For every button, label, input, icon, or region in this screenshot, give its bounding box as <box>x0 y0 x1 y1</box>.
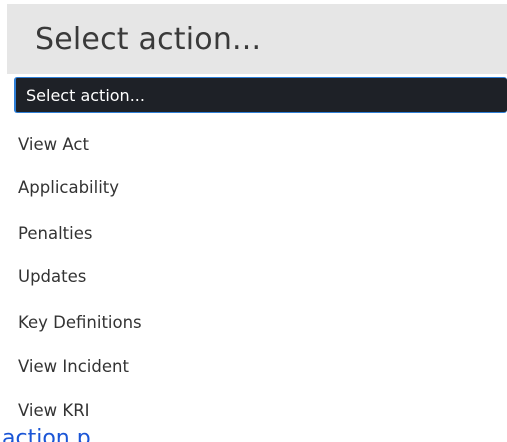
option-applicability[interactable]: Applicability <box>10 171 507 203</box>
action-options-list: Select action... View Act Applicability … <box>10 74 507 426</box>
option-view-kri[interactable]: View KRI <box>10 394 507 426</box>
option-key-definitions[interactable]: Key Definitions <box>10 306 507 338</box>
option-label: Penalties <box>18 223 93 243</box>
option-label: Updates <box>18 266 87 286</box>
option-penalties[interactable]: Penalties <box>10 217 507 249</box>
option-label: View KRI <box>18 400 90 420</box>
option-updates[interactable]: Updates <box>10 260 507 292</box>
option-label: Select action... <box>26 85 145 105</box>
option-label: Key Definitions <box>18 312 142 332</box>
option-label: Applicability <box>18 177 120 197</box>
action-select[interactable]: Select action... <box>7 4 507 74</box>
action-select-value: Select action... <box>35 21 262 57</box>
option-view-incident[interactable]: View Incident <box>10 350 507 382</box>
option-label: View Act <box>18 134 89 154</box>
background-link-text[interactable]: action p <box>2 428 91 442</box>
option-view-act[interactable]: View Act <box>10 128 507 160</box>
option-label: View Incident <box>18 356 129 376</box>
option-select-action[interactable]: Select action... <box>14 77 507 113</box>
background-link-fragment: action p <box>0 428 507 442</box>
page: Select action... Select action... View A… <box>0 0 507 442</box>
